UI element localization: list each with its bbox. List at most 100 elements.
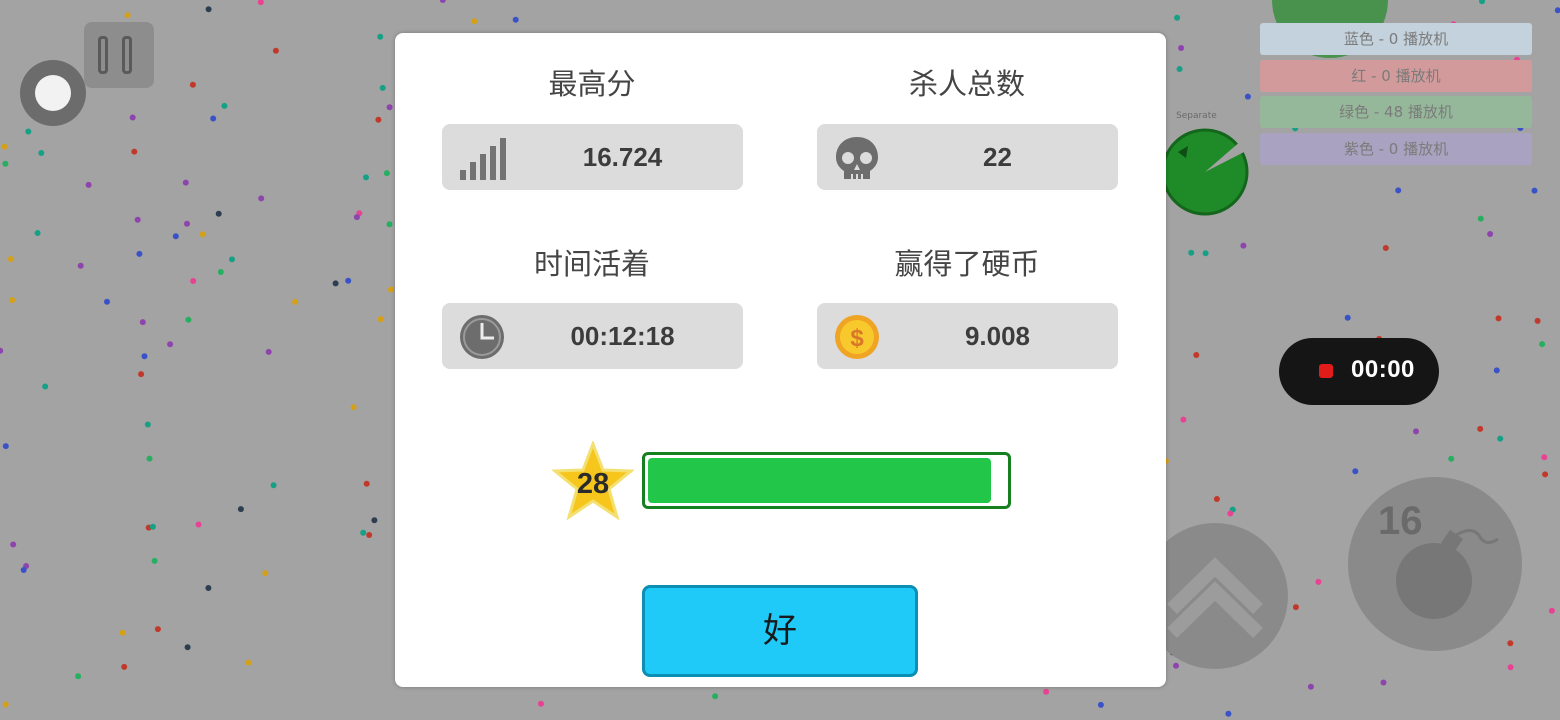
food-pellet [7,256,14,262]
xp-progress-fill [648,458,991,503]
food-pellet [1188,249,1195,256]
food-pellet [439,0,446,3]
bomb-button[interactable]: 16 [1348,477,1522,651]
food-pellet [1382,245,1389,251]
food-pellet [1554,7,1560,14]
bomb-count: 16 [1378,499,1423,543]
food-pellet [258,195,265,202]
food-pellet [1193,352,1200,358]
food-pellet [134,216,141,223]
food-pellet [2,443,9,450]
food-pellet [1548,607,1555,614]
food-pellet [265,348,272,355]
food-pellet [138,371,145,378]
food-pellet [1180,416,1187,423]
joystick-icon [35,75,71,111]
leaderboard-row-red: 红 - 0 播放机 [1260,60,1532,92]
stat-box-coins-earned: $ 9.008 [817,303,1118,369]
food-pellet [512,16,519,23]
food-pellet [272,47,279,54]
stat-title-time-alive: 时间活着 [533,247,650,281]
record-icon [1319,364,1333,378]
food-pellet [215,210,222,217]
food-pellet [139,319,146,326]
food-pellet [1477,425,1484,432]
food-pellet [292,298,299,305]
food-pellet [217,269,224,275]
joystick[interactable] [20,60,86,126]
food-pellet [1352,468,1359,475]
food-pellet [129,114,136,121]
food-pellet [1477,215,1484,222]
food-pellet [25,128,32,135]
pause-icon [122,36,132,74]
food-pellet [154,626,161,633]
food-pellet [1240,242,1247,249]
food-pellet [1534,317,1541,324]
bomb-icon [1396,529,1499,619]
food-pellet [149,523,156,530]
food-pellet [1479,0,1485,5]
player-level: 28 [576,468,610,500]
food-pellet [388,286,394,293]
food-pellet [383,170,390,177]
stat-box-kills: 22 [817,124,1118,190]
food-pellet [1493,367,1500,374]
player-name: Separate [1176,111,1217,121]
food-pellet [221,102,228,109]
pause-icon [98,36,108,74]
food-pellet [371,517,378,524]
food-pellet [366,532,373,538]
food-pellet [2,701,9,708]
clock-icon [460,315,504,359]
stat-title-coins-earned: 赢得了硬币 [894,247,1040,281]
food-pellet [1043,688,1050,695]
food-pellet [0,347,4,354]
food-pellet [1380,679,1387,686]
food-pellet [146,455,153,462]
food-pellet [332,280,339,287]
food-pellet [379,84,386,91]
food-pellet [42,383,49,390]
food-pellet [199,231,206,238]
food-pellet [363,174,369,181]
food-pellet [104,298,110,305]
stat-value-time-alive: 00:12:18 [570,321,675,351]
stat-box-high-score: 16.724 [442,124,743,190]
pause-button[interactable] [84,22,154,88]
food-pellet [38,150,45,156]
food-pellet [1542,471,1549,478]
food-pellet [195,521,202,528]
stat-title-kills: 杀人总数 [908,67,1025,101]
food-pellet [1413,428,1419,435]
food-pellet [1448,455,1455,462]
food-pellet [77,262,84,269]
coin-icon: $ [835,315,879,359]
food-pellet [1174,14,1181,21]
screen-recorder[interactable]: 00:00 [1279,338,1439,405]
food-pellet [151,557,158,564]
food-pellet [377,33,384,40]
food-pellet [257,0,264,6]
food-pellet [538,700,544,707]
leaderboard-row-purple: 紫色 - 0 播放机 [1260,133,1532,165]
leaderboard-row-green: 绿色 - 48 播放机 [1260,96,1532,128]
food-pellet [1315,578,1322,585]
food-pellet [229,256,235,263]
food-pellet [182,179,189,186]
xp-progress-bar [642,452,1011,509]
food-pellet [1176,66,1183,72]
food-pellet [1213,496,1220,502]
food-pellet [1202,250,1209,257]
food-pellet [237,506,244,513]
food-pellet [85,181,92,188]
food-pellet [1225,710,1232,717]
food-pellet [386,104,393,111]
food-pellet [360,529,367,536]
food-pellet [144,421,151,428]
food-pellet [210,115,217,122]
food-pellet [386,221,393,228]
ok-button[interactable]: 好 [642,585,918,677]
food-pellet [172,233,179,240]
food-pellet [363,480,370,487]
